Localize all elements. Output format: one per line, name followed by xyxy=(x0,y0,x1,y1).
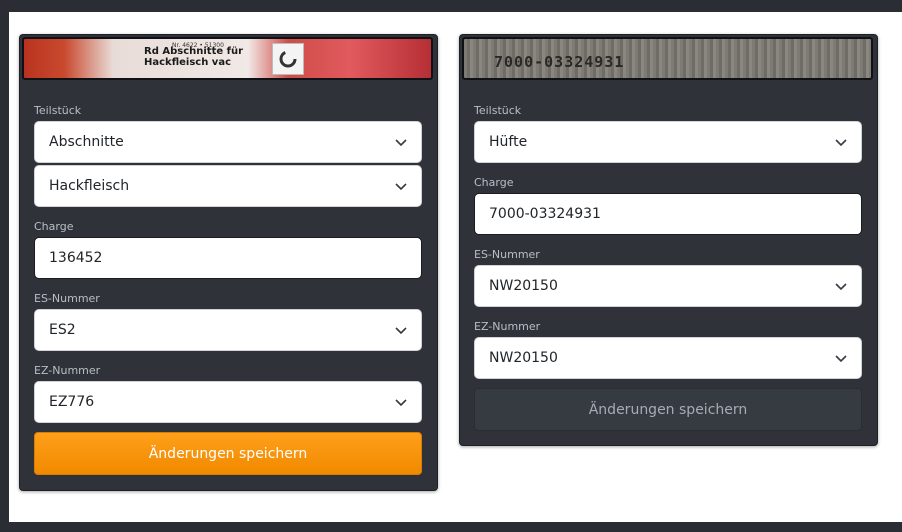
save-changes-button-disabled[interactable]: Änderungen speichern xyxy=(474,388,862,431)
ez-nummer-label: EZ-Nummer xyxy=(474,320,541,333)
chevron-down-icon xyxy=(395,139,407,147)
chevron-down-icon xyxy=(835,355,847,363)
teilstueck-sub-value: Hackfleisch xyxy=(49,178,130,194)
save-changes-button[interactable]: Änderungen speichern xyxy=(34,432,422,475)
charge-label: Charge xyxy=(34,220,74,233)
product-image-2[interactable]: 7000-03324931 xyxy=(462,37,873,80)
teilstueck-sub-select[interactable]: Hackfleisch xyxy=(34,165,422,207)
es-nummer-label: ES-Nummer xyxy=(34,292,100,305)
teilstueck-value: Abschnitte xyxy=(49,134,124,150)
ez-nummer-value: NW20150 xyxy=(489,350,558,366)
charge-value: 136452 xyxy=(49,250,103,266)
ez-nummer-value: EZ776 xyxy=(49,394,95,410)
teilstueck-label: Teilstück xyxy=(34,104,82,117)
ez-nummer-select[interactable]: EZ776 xyxy=(34,381,422,423)
charge-label: Charge xyxy=(474,176,514,189)
page-content: Nr. 4622 • 51300 Rd Abschnitte für Hackf… xyxy=(9,12,902,522)
chevron-down-icon xyxy=(835,139,847,147)
es-nummer-label: ES-Nummer xyxy=(474,248,540,261)
es-nummer-select[interactable]: NW20150 xyxy=(474,265,862,307)
product-card-2: 7000-03324931 Teilstück Hüfte Charge 700… xyxy=(459,34,878,446)
es-nummer-value: NW20150 xyxy=(489,278,558,294)
certification-logo-icon xyxy=(272,43,304,75)
teilstueck-select[interactable]: Abschnitte xyxy=(34,121,422,163)
charge-value: 7000-03324931 xyxy=(489,206,601,222)
product-image-1[interactable]: Nr. 4622 • 51300 Rd Abschnitte für Hackf… xyxy=(22,37,433,80)
chevron-down-icon xyxy=(395,327,407,335)
es-nummer-select[interactable]: ES2 xyxy=(34,309,422,351)
teilstueck-label: Teilstück xyxy=(474,104,522,117)
label-text-line2: Hackfleisch vac xyxy=(144,57,231,68)
chevron-down-icon xyxy=(395,183,407,191)
chevron-down-icon xyxy=(395,399,407,407)
charge-input[interactable]: 136452 xyxy=(34,237,422,279)
teilstueck-value: Hüfte xyxy=(489,134,528,150)
label-text-line1: Rd Abschnitte für xyxy=(144,46,244,57)
teilstueck-select[interactable]: Hüfte xyxy=(474,121,862,163)
charge-input[interactable]: 7000-03324931 xyxy=(474,193,862,235)
ez-nummer-label: EZ-Nummer xyxy=(34,364,101,377)
ez-nummer-select[interactable]: NW20150 xyxy=(474,337,862,379)
chevron-down-icon xyxy=(835,283,847,291)
es-nummer-value: ES2 xyxy=(49,322,76,338)
product-card-1: Nr. 4622 • 51300 Rd Abschnitte für Hackf… xyxy=(19,34,438,491)
label-code-text: 7000-03324931 xyxy=(494,53,625,71)
